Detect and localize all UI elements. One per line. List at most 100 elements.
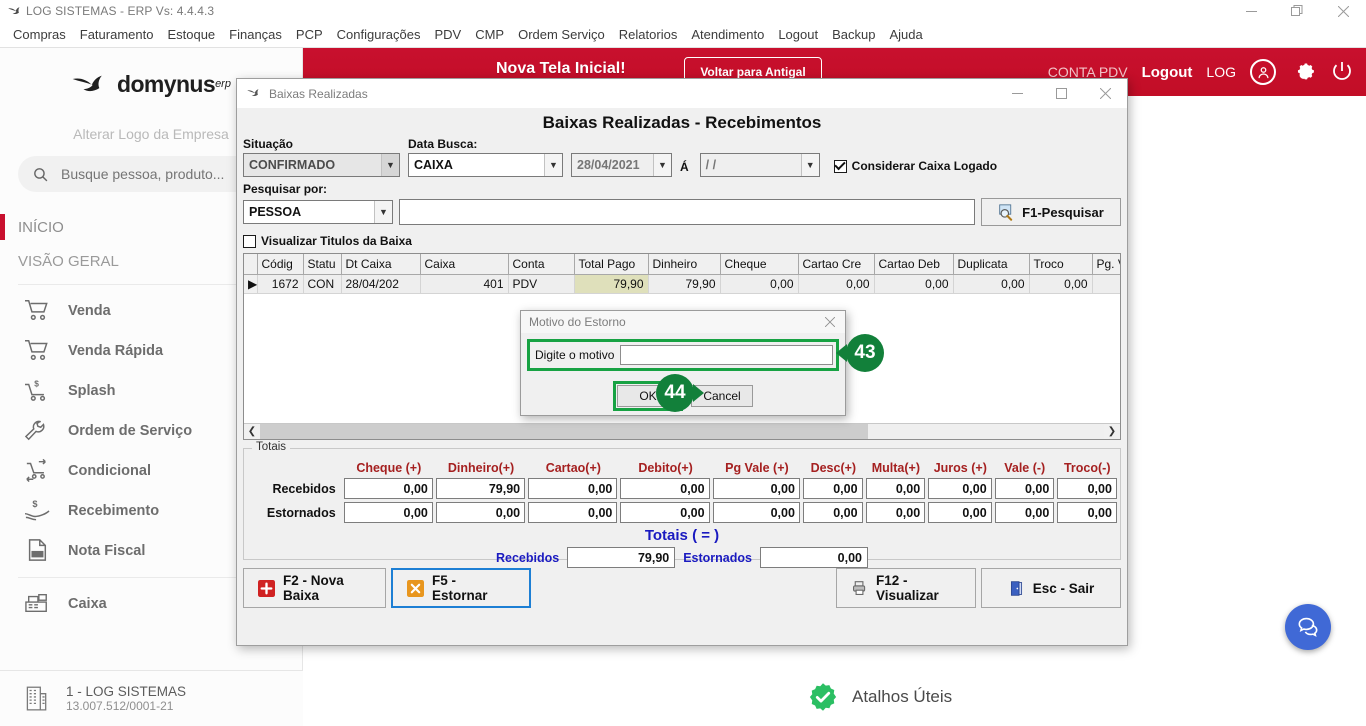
col-total-pago[interactable]: Total Pago bbox=[574, 254, 649, 275]
situacao-select[interactable]: CONFIRMADO ▼ bbox=[243, 153, 400, 177]
menu-item-ordem-servico[interactable]: Ordem Serviço bbox=[511, 25, 612, 44]
menu-item-estoque[interactable]: Estoque bbox=[160, 25, 222, 44]
gear-icon[interactable] bbox=[1290, 59, 1316, 85]
totais-col-debito: Debito(+) bbox=[638, 461, 693, 475]
scroll-thumb[interactable] bbox=[260, 423, 868, 439]
sum-recebidos-value[interactable]: 79,90 bbox=[567, 547, 676, 568]
estornados-pg-vale[interactable]: 0,00 bbox=[712, 502, 800, 523]
considerar-caixa-logado-checkbox[interactable]: Considerar Caixa Logado bbox=[833, 159, 997, 177]
estornados-multa[interactable]: 0,00 bbox=[865, 502, 926, 523]
estornados-troco[interactable]: 0,00 bbox=[1057, 502, 1117, 523]
recebidos-juros[interactable]: 0,00 bbox=[928, 478, 992, 499]
chevron-right-icon[interactable]: ❯ bbox=[1104, 424, 1120, 440]
menu-item-faturamento[interactable]: Faturamento bbox=[73, 25, 161, 44]
cell-codigo: 1672 bbox=[257, 274, 304, 294]
estornados-desc[interactable]: 0,00 bbox=[802, 502, 863, 523]
col-dt-caixa[interactable]: Dt Caixa bbox=[341, 254, 421, 275]
minimize-icon[interactable] bbox=[995, 79, 1039, 108]
col-cheque[interactable]: Cheque bbox=[720, 254, 799, 275]
menu-item-compras[interactable]: Compras bbox=[6, 25, 73, 44]
ribbon-logout-button[interactable]: Logout bbox=[1142, 64, 1193, 81]
date-to-field[interactable]: / / ▼ bbox=[699, 153, 820, 177]
search-term-input[interactable] bbox=[399, 199, 975, 225]
estornados-cheque[interactable]: 0,00 bbox=[343, 502, 433, 523]
recebidos-troco[interactable]: 0,00 bbox=[1057, 478, 1117, 499]
f2-nova-baixa-button[interactable]: F2 - Nova Baixa bbox=[243, 568, 386, 608]
col-pg-vale[interactable]: Pg. Vale bbox=[1092, 254, 1120, 275]
menu-item-ajuda[interactable]: Ajuda bbox=[882, 25, 929, 44]
col-duplicata[interactable]: Duplicata bbox=[953, 254, 1030, 275]
restore-icon[interactable] bbox=[1274, 0, 1320, 22]
recebidos-debito[interactable]: 0,00 bbox=[620, 478, 710, 499]
menu-item-relatorios[interactable]: Relatorios bbox=[612, 25, 685, 44]
sidebar-item-label: Recebimento bbox=[68, 503, 160, 519]
chevron-down-icon: ▼ bbox=[653, 154, 671, 176]
sum-estornados-value[interactable]: 0,00 bbox=[759, 547, 868, 568]
recebidos-cheque[interactable]: 0,00 bbox=[343, 478, 433, 499]
f12-visualizar-button[interactable]: F12 - Visualizar bbox=[836, 568, 976, 608]
date-from-field[interactable]: 28/04/2021 ▼ bbox=[571, 153, 672, 177]
grid-horizontal-scrollbar[interactable]: ❮ ❯ bbox=[244, 423, 1120, 439]
col-conta[interactable]: Conta bbox=[508, 254, 575, 275]
col-cartao-debito[interactable]: Cartao Deb bbox=[874, 254, 954, 275]
close-icon[interactable] bbox=[1083, 79, 1127, 108]
close-icon[interactable] bbox=[815, 311, 845, 333]
user-avatar-icon[interactable] bbox=[1250, 59, 1276, 85]
close-icon[interactable] bbox=[1320, 0, 1366, 22]
chevron-left-icon[interactable]: ❮ bbox=[244, 424, 260, 440]
pesquisar-por-select[interactable]: PESSOA ▼ bbox=[243, 200, 393, 224]
menu-item-cmp[interactable]: CMP bbox=[468, 25, 511, 44]
estornados-cartao[interactable]: 0,00 bbox=[528, 502, 618, 523]
motivo-input[interactable] bbox=[620, 345, 833, 365]
chat-bubbles-icon[interactable] bbox=[1285, 604, 1331, 650]
recebidos-cartao[interactable]: 0,00 bbox=[528, 478, 618, 499]
recebidos-dinheiro[interactable]: 79,90 bbox=[435, 478, 526, 499]
company-footer[interactable]: 1 - LOG SISTEMAS 13.007.512/0001-21 bbox=[0, 670, 303, 726]
menu-item-logout[interactable]: Logout bbox=[771, 25, 825, 44]
cell-status: CON bbox=[303, 274, 342, 294]
col-cartao-credito[interactable]: Cartao Cre bbox=[798, 254, 875, 275]
recebidos-multa[interactable]: 0,00 bbox=[865, 478, 926, 499]
minimize-icon[interactable] bbox=[1228, 0, 1274, 22]
scroll-track[interactable] bbox=[260, 423, 1104, 439]
callout-badge-44: 44 bbox=[656, 374, 704, 412]
recebidos-pg-vale[interactable]: 0,00 bbox=[712, 478, 800, 499]
col-codigo[interactable]: Códig bbox=[257, 254, 304, 275]
ribbon-log-label[interactable]: LOG bbox=[1206, 64, 1236, 80]
esc-sair-button[interactable]: Esc - Sair bbox=[981, 568, 1121, 608]
f5-estornar-button[interactable]: F5 - Estornar bbox=[391, 568, 531, 608]
cell-cartao-debito: 0,00 bbox=[874, 274, 954, 294]
data-busca-select[interactable]: CAIXA ▼ bbox=[408, 153, 563, 177]
col-status[interactable]: Statu bbox=[303, 254, 342, 275]
chevron-down-icon: ▼ bbox=[374, 201, 392, 223]
menu-item-financas[interactable]: Finanças bbox=[222, 25, 289, 44]
menu-item-pdv[interactable]: PDV bbox=[427, 25, 468, 44]
estornados-debito[interactable]: 0,00 bbox=[620, 502, 710, 523]
col-rowmark[interactable] bbox=[244, 254, 258, 275]
menu-item-configuracoes[interactable]: Configurações bbox=[330, 25, 428, 44]
estornados-juros[interactable]: 0,00 bbox=[928, 502, 992, 523]
totais-col-vale: Vale (-) bbox=[1004, 461, 1046, 475]
estornados-dinheiro[interactable]: 0,00 bbox=[435, 502, 526, 523]
col-caixa[interactable]: Caixa bbox=[420, 254, 509, 275]
visualizar-titulos-checkbox[interactable]: Visualizar Titulos da Baixa bbox=[243, 234, 1121, 248]
sidebar-item-label: Splash bbox=[68, 383, 116, 399]
recebidos-desc[interactable]: 0,00 bbox=[802, 478, 863, 499]
col-troco[interactable]: Troco bbox=[1029, 254, 1093, 275]
chevron-down-icon: ▼ bbox=[800, 154, 819, 176]
menu-item-pcp[interactable]: PCP bbox=[289, 25, 330, 44]
cell-caixa: 401 bbox=[420, 274, 509, 294]
col-dinheiro[interactable]: Dinheiro bbox=[648, 254, 721, 275]
data-busca-value: CAIXA bbox=[414, 158, 453, 172]
cash-register-icon bbox=[22, 591, 54, 617]
estornados-vale[interactable]: 0,00 bbox=[994, 502, 1055, 523]
recebidos-vale[interactable]: 0,00 bbox=[994, 478, 1055, 499]
table-row[interactable]: ▶ 1672 CON 28/04/202 401 PDV 79,90 79,90… bbox=[244, 274, 1120, 294]
power-icon[interactable] bbox=[1330, 59, 1356, 85]
maximize-icon[interactable] bbox=[1039, 79, 1083, 108]
f1-pesquisar-button[interactable]: F1-Pesquisar bbox=[981, 198, 1121, 226]
menu-item-atendimento[interactable]: Atendimento bbox=[684, 25, 771, 44]
pesquisar-por-value: PESSOA bbox=[249, 205, 302, 219]
menu-item-backup[interactable]: Backup bbox=[825, 25, 882, 44]
svg-text:$: $ bbox=[34, 378, 39, 388]
